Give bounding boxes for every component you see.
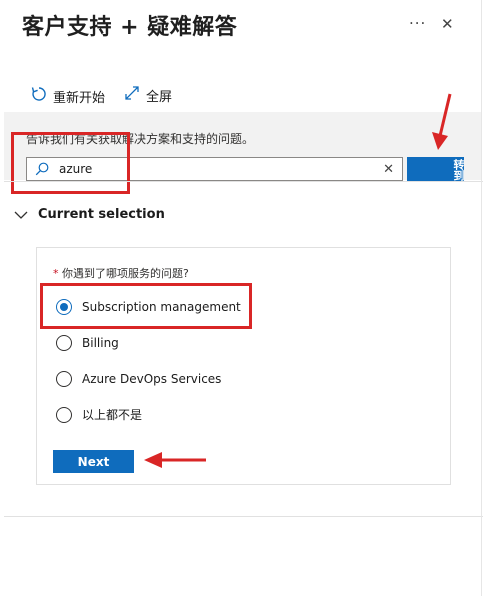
option-billing[interactable]: Billing — [56, 335, 119, 351]
annotation-arrow-left — [144, 452, 206, 468]
panel-title: 客户支持 + 疑难解答 — [22, 15, 238, 40]
question-label: * 你遇到了哪项服务的问题? — [53, 265, 189, 281]
option-label: Azure DevOps Services — [82, 372, 222, 386]
divider — [4, 516, 483, 517]
radio-icon[interactable] — [56, 406, 72, 423]
annotation-highlight-search — [11, 132, 130, 194]
annotation-highlight-option — [40, 283, 252, 329]
annotation-arrow-down — [432, 93, 452, 150]
current-selection-toggle[interactable]: Current selection — [14, 207, 165, 222]
option-azure-devops-services[interactable]: Azure DevOps Services — [56, 371, 221, 387]
radio-icon[interactable] — [56, 371, 72, 387]
option-label: 以上都不是 — [82, 408, 143, 422]
required-mark: * — [53, 267, 59, 280]
clear-icon[interactable]: ✕ — [383, 162, 394, 177]
option-label: Billing — [82, 336, 119, 350]
go-button[interactable]: 转到 — [407, 157, 464, 181]
question-text: 你遇到了哪项服务的问题? — [62, 267, 189, 280]
option-none-of-above[interactable]: 以上都不是 — [56, 406, 142, 423]
radio-icon[interactable] — [56, 335, 72, 351]
fullscreen-label: 全屏 — [146, 89, 173, 105]
panel-edge — [481, 0, 482, 596]
restart-button[interactable]: 重新开始 — [31, 85, 105, 107]
chevron-down-icon — [14, 210, 28, 220]
refresh-icon — [31, 85, 47, 107]
divider — [4, 181, 483, 182]
close-button[interactable]: ✕ — [441, 15, 454, 33]
expand-icon — [124, 85, 140, 105]
current-selection-heading: Current selection — [38, 207, 165, 222]
next-button[interactable]: Next — [53, 450, 134, 473]
more-options-button[interactable]: ... — [409, 10, 426, 28]
fullscreen-button[interactable]: 全屏 — [124, 85, 172, 105]
restart-label: 重新开始 — [53, 90, 106, 106]
